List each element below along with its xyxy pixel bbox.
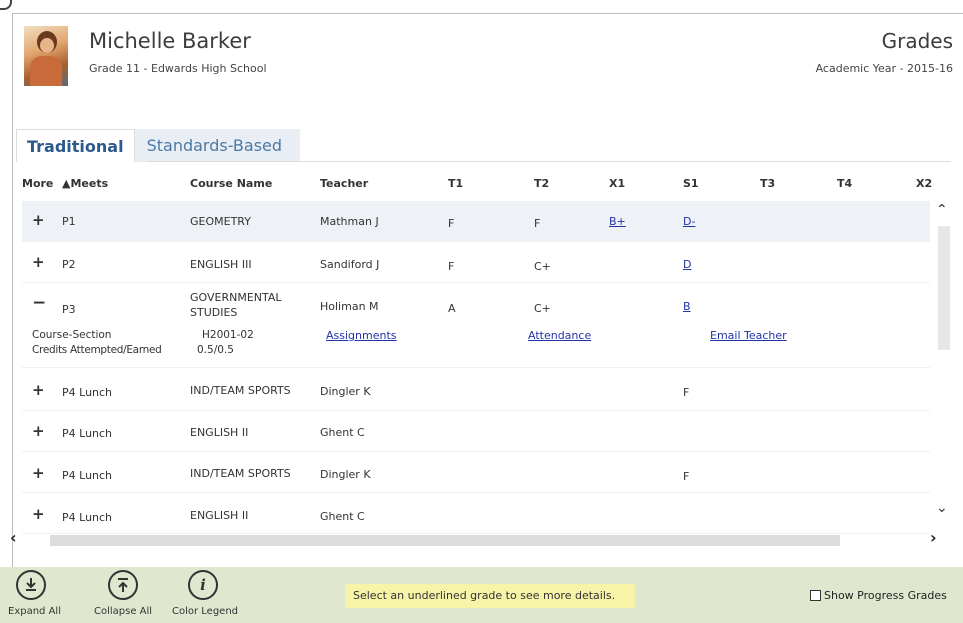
table-row: + P4 Lunch IND/TEAM SPORTS Dingler K F [22,370,930,411]
collapse-all-icon [108,570,138,600]
course-cell: IND/TEAM SPORTS [190,384,291,397]
grade-t2: F [534,217,541,230]
col-header-t2[interactable]: T2 [534,177,549,190]
grade-s1-link[interactable]: B [683,300,691,313]
horizontal-scroll-thumb[interactable] [50,535,840,546]
credits-label: Credits Attempted/Earned [32,344,162,356]
page-title: Grades [881,29,953,53]
col-header-t1[interactable]: T1 [448,177,463,190]
meets-cell: P4 Lunch [62,427,113,440]
scroll-left-icon[interactable]: ‹ [10,528,17,547]
meets-cell: P2 [62,258,76,271]
vertical-scroll-thumb[interactable] [938,226,950,350]
expand-all-label: Expand All [8,606,61,617]
expand-row-button[interactable]: + [32,211,45,229]
table-row-expanded: − P3 GOVERNMENTAL STUDIES Holiman M A C+… [22,283,930,368]
col-header-s1[interactable]: S1 [683,177,699,190]
grade-t1: F [448,260,455,273]
course-section-value: H2001-02 [202,329,254,341]
attendance-link[interactable]: Attendance [528,329,591,342]
teacher-cell: Ghent C [320,510,365,523]
expand-all-icon [16,570,46,600]
course-cell: IND/TEAM SPORTS [190,467,291,480]
assignments-link[interactable]: Assignments [326,329,397,342]
student-grade-school: Grade 11 - Edwards High School [89,62,267,75]
course-cell: ENGLISH III [190,258,252,271]
teacher-cell: Dingler K [320,468,371,481]
collapse-all-label: Collapse All [94,606,153,617]
student-name: Michelle Barker [89,29,251,53]
grade-s1-link[interactable]: D- [683,215,695,228]
expand-all-button[interactable]: Expand All [8,570,61,617]
course-cell-line1: GOVERNMENTAL [190,291,282,304]
col-header-course[interactable]: Course Name [190,177,272,190]
tab-standards-based[interactable]: Standards-Based [134,129,301,162]
tab-traditional[interactable]: Traditional [16,129,135,162]
scroll-right-icon[interactable]: › [930,528,937,547]
grade-x1-link[interactable]: B+ [609,215,626,228]
color-legend-button[interactable]: i Color Legend [172,570,239,617]
grade-t1: F [448,217,455,230]
table-row: + P4 Lunch ENGLISH II Ghent C [22,493,930,534]
course-cell: GEOMETRY [190,215,251,228]
window-corner-mark [0,0,12,10]
table-row: + P2 ENGLISH III Sandiford J F C+ D [22,242,930,283]
course-cell-line2: STUDIES [190,306,238,319]
show-progress-checkbox[interactable] [810,590,821,601]
table-row: + P4 Lunch IND/TEAM SPORTS Dingler K F [22,452,930,493]
meets-cell: P3 [62,303,76,316]
email-teacher-link[interactable]: Email Teacher [710,329,787,342]
grade-t2: C+ [534,260,551,273]
expand-row-button[interactable]: + [32,505,45,523]
expand-row-button[interactable]: + [32,381,45,399]
col-header-t3[interactable]: T3 [760,177,775,190]
table-row: + P1 GEOMETRY Mathman J F F B+ D- [22,201,930,242]
collapse-row-button[interactable]: − [32,293,46,313]
teacher-cell: Ghent C [320,426,365,439]
scroll-down-icon[interactable]: ⌄ [936,500,948,516]
meets-cell: P1 [62,215,76,228]
collapse-all-button[interactable]: Collapse All [94,570,152,617]
table-row: + P4 Lunch ENGLISH II Ghent C [22,411,930,452]
teacher-cell: Sandiford J [320,258,380,271]
info-icon: i [188,570,218,600]
expand-row-button[interactable]: + [32,253,45,271]
grade-t2: C+ [534,302,551,315]
teacher-cell: Holiman M [320,300,379,313]
course-cell: ENGLISH II [190,509,249,522]
academic-year: Academic Year - 2015-16 [815,62,953,75]
show-progress-label: Show Progress Grades [824,589,947,602]
meets-cell: P4 Lunch [62,511,113,524]
meets-cell: P4 Lunch [62,386,113,399]
col-header-t4[interactable]: T4 [837,177,852,190]
grade-hint-banner: Select an underlined grade to see more d… [345,584,635,608]
col-header-meets[interactable]: ▲Meets [62,177,108,190]
col-header-x1[interactable]: X1 [609,177,625,190]
credits-value: 0.5/0.5 [197,344,234,356]
grade-s1: F [683,470,690,483]
show-progress-grades-toggle[interactable]: Show Progress Grades [810,589,947,602]
teacher-cell: Dingler K [320,385,371,398]
footer-toolbar: Expand All Collapse All i Color Legend S… [0,567,963,623]
meets-cell: P4 Lunch [62,469,113,482]
student-photo [24,26,68,86]
grade-s1: F [683,386,690,399]
course-section-label: Course-Section [32,329,112,341]
course-cell: ENGLISH II [190,426,249,439]
grades-table: More ▲Meets Course Name Teacher T1 T2 X1… [22,171,952,534]
teacher-cell: Mathman J [320,215,379,228]
vertical-scrollbar[interactable]: ⌃ ⌄ [934,200,952,540]
col-header-x2[interactable]: X2 [916,177,932,190]
tab-divider [146,161,951,162]
grade-tabs: Traditional Standards-Based [16,129,301,162]
color-legend-label: Color Legend [172,606,239,617]
scroll-up-icon[interactable]: ⌃ [936,202,948,218]
expand-row-button[interactable]: + [32,464,45,482]
expand-row-button[interactable]: + [32,422,45,440]
col-header-more: More [22,177,54,190]
horizontal-scrollbar[interactable]: ‹ › [10,528,952,549]
grade-s1-link[interactable]: D [683,258,691,271]
col-header-teacher[interactable]: Teacher [320,177,368,190]
grade-t1: A [448,302,456,315]
